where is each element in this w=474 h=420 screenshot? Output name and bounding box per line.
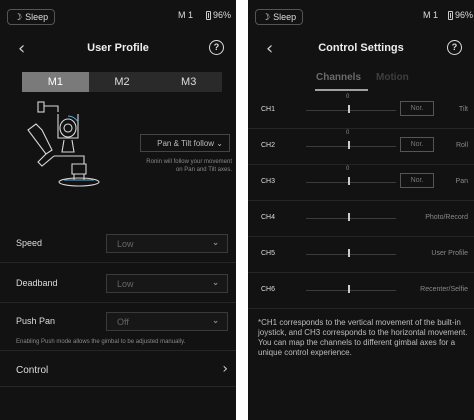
channel-slider-track[interactable] bbox=[306, 218, 396, 219]
speed-value: Low bbox=[117, 239, 134, 249]
deadband-dropdown[interactable]: Low ⌄ bbox=[106, 274, 228, 293]
push-pan-value: Off bbox=[117, 317, 129, 327]
channel-row: CH4 Photo/Record bbox=[248, 200, 474, 236]
battery-icon bbox=[448, 10, 453, 20]
control-settings-screen: ☽ Sleep M 1 96% ‹ Control Settings ? Cha… bbox=[248, 0, 474, 420]
channel-slider-thumb[interactable] bbox=[348, 213, 350, 221]
divider bbox=[0, 302, 236, 303]
channel-slider-thumb[interactable] bbox=[348, 249, 350, 257]
channel-function[interactable]: Recenter/Selfie bbox=[420, 286, 468, 293]
channel-slider-thumb[interactable] bbox=[348, 177, 350, 185]
mode-indicator: M 1 bbox=[178, 10, 194, 20]
sleep-label: Sleep bbox=[273, 12, 297, 22]
follow-mode-value: Pan & Tilt follow bbox=[157, 139, 215, 148]
channel-slider-track[interactable] bbox=[306, 110, 396, 111]
status-bar: ☽ Sleep M 1 96% bbox=[0, 0, 236, 30]
chevron-down-icon: ⌄ bbox=[212, 278, 219, 287]
battery-icon bbox=[206, 10, 211, 20]
divider bbox=[0, 350, 236, 351]
deadband-value: Low bbox=[117, 279, 134, 289]
channel-row: CH1 0 Nor. Tilt bbox=[248, 92, 474, 128]
channel-function[interactable]: Tilt bbox=[459, 106, 468, 113]
follow-mode-dropdown[interactable]: Pan & Tilt follow ⌄ bbox=[140, 134, 230, 152]
tab-channels[interactable]: Channels bbox=[316, 72, 361, 83]
channel-name: CH5 bbox=[261, 250, 276, 257]
channel-slider-track[interactable] bbox=[306, 182, 396, 183]
channel-name: CH1 bbox=[261, 106, 276, 113]
push-mode-note: Enabling Push mode allows the gimbal to … bbox=[16, 339, 186, 345]
channel-row: CH3 0 Nor. Pan bbox=[248, 164, 474, 200]
channel-reverse-button[interactable]: Nor. bbox=[400, 137, 434, 152]
chevron-right-icon[interactable]: › bbox=[222, 361, 228, 377]
channel-zero-label: 0 bbox=[346, 94, 350, 100]
active-tab-indicator bbox=[315, 89, 368, 91]
channel-row: CH6 Recenter/Selfie bbox=[248, 272, 474, 308]
channel-motion-tabs: Channels Motion bbox=[248, 72, 474, 92]
chevron-down-icon: ⌄ bbox=[212, 316, 219, 325]
page-title: User Profile bbox=[87, 42, 149, 54]
channel-function[interactable]: Pan bbox=[456, 178, 468, 185]
mode-indicator: M 1 bbox=[423, 10, 439, 20]
deadband-label: Deadband bbox=[16, 278, 58, 288]
channel-slider-track[interactable] bbox=[306, 254, 396, 255]
channel-function[interactable]: Photo/Record bbox=[425, 214, 468, 221]
segment-m2[interactable]: M2 bbox=[89, 72, 156, 92]
help-icon[interactable]: ? bbox=[447, 40, 462, 55]
channel-name: CH3 bbox=[261, 178, 276, 185]
channel-name: CH2 bbox=[261, 142, 276, 149]
channel-reverse-button[interactable]: Nor. bbox=[400, 173, 434, 188]
chevron-down-icon: ⌄ bbox=[212, 238, 219, 247]
segment-m3[interactable]: M3 bbox=[155, 72, 222, 92]
speed-label: Speed bbox=[16, 238, 43, 248]
channel-name: CH4 bbox=[261, 214, 276, 221]
sleep-label: Sleep bbox=[25, 12, 49, 22]
push-pan-dropdown[interactable]: Off ⌄ bbox=[106, 312, 228, 331]
chevron-down-icon: ⌄ bbox=[216, 139, 223, 148]
divider bbox=[0, 262, 236, 263]
moon-icon: ☽ bbox=[14, 12, 23, 22]
battery-indicator: 96% bbox=[448, 10, 473, 20]
page-title: Control Settings bbox=[318, 42, 404, 54]
nav-bar: ‹ Control Settings ? bbox=[248, 36, 474, 62]
channel-slider-thumb[interactable] bbox=[348, 105, 350, 113]
gimbal-illustration bbox=[27, 101, 100, 187]
channel-slider-thumb[interactable] bbox=[348, 285, 350, 293]
user-profile-screen: ☽ Sleep M 1 96% ‹ User Profile ? M1 M2 M… bbox=[0, 0, 236, 420]
divider bbox=[248, 308, 474, 309]
battery-percent: 96% bbox=[455, 10, 474, 20]
channel-row: CH2 0 Nor. Roll bbox=[248, 128, 474, 164]
sleep-button[interactable]: ☽ Sleep bbox=[7, 9, 56, 25]
channel-description: *CH1 corresponds to the vertical movemen… bbox=[258, 318, 468, 357]
channel-name: CH6 bbox=[261, 286, 276, 293]
control-row[interactable]: Control bbox=[16, 365, 48, 376]
channel-function[interactable]: User Profile bbox=[431, 250, 468, 257]
status-bar: ☽ Sleep M 1 96% bbox=[248, 0, 474, 30]
push-pan-label: Push Pan bbox=[16, 316, 56, 326]
divider bbox=[0, 386, 236, 387]
segment-m1[interactable]: M1 bbox=[22, 72, 89, 92]
channel-slider-thumb[interactable] bbox=[348, 141, 350, 149]
battery-percent: 96% bbox=[213, 10, 232, 20]
channel-slider-track[interactable] bbox=[306, 290, 396, 291]
tab-motion[interactable]: Motion bbox=[376, 72, 409, 83]
channel-reverse-button[interactable]: Nor. bbox=[400, 101, 434, 116]
profile-segment-control: M1 M2 M3 bbox=[22, 72, 222, 92]
sleep-button[interactable]: ☽ Sleep bbox=[255, 9, 304, 25]
battery-indicator: 96% bbox=[206, 10, 231, 20]
speed-dropdown[interactable]: Low ⌄ bbox=[106, 234, 228, 253]
channel-row: CH5 User Profile bbox=[248, 236, 474, 272]
channel-slider-track[interactable] bbox=[306, 146, 396, 147]
follow-mode-description: Ronin will follow your movement on Pan a… bbox=[146, 159, 232, 173]
help-icon[interactable]: ? bbox=[209, 40, 224, 55]
channel-zero-label: 0 bbox=[346, 130, 350, 136]
channel-function[interactable]: Roll bbox=[456, 142, 468, 149]
moon-icon: ☽ bbox=[262, 12, 271, 22]
nav-bar: ‹ User Profile ? bbox=[0, 36, 236, 62]
channel-zero-label: 0 bbox=[346, 166, 350, 172]
